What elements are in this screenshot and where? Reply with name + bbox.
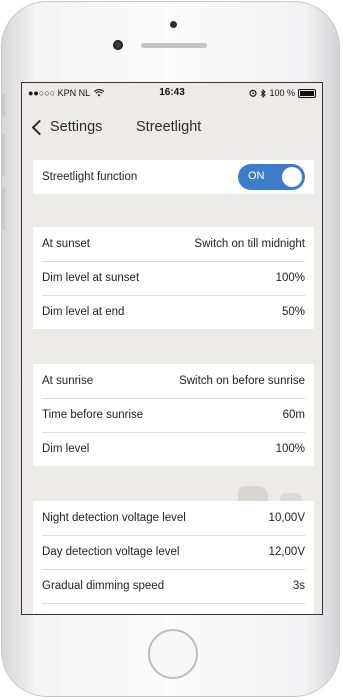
gradual-dimming-speed-row[interactable]: Gradual dimming speed 3s (33, 569, 314, 603)
row-label: At sunset (42, 238, 90, 250)
sensor-dot (170, 21, 177, 28)
row-value: 10,00V (268, 512, 305, 524)
detection-group: Night detection voltage level 10,00V Day… (33, 501, 314, 614)
nav-bar: Settings Streetlight (22, 103, 322, 158)
chevron-left-icon (31, 119, 48, 136)
dim-level-row[interactable]: Dim level 100% (33, 432, 314, 466)
background-decoration (280, 493, 302, 501)
front-camera (113, 40, 123, 50)
row-label: At sunrise (42, 375, 94, 387)
row-value: 60m (282, 409, 305, 421)
row-label: Streetlight function (42, 171, 138, 183)
night-detection-voltage-row[interactable]: Night detection voltage level 10,00V (33, 501, 314, 535)
streetlight-toggle[interactable]: ON (238, 164, 305, 190)
toggle-label: ON (248, 170, 265, 182)
screen: ●●○○○ KPN NL 16:43 100 % Settings Street… (21, 82, 323, 615)
battery-percent: 100 % (269, 88, 295, 98)
alarm-icon (249, 89, 258, 97)
status-right: 100 % (249, 88, 316, 98)
day-detection-voltage-row[interactable]: Day detection voltage level 12,00V (33, 535, 314, 569)
battery-icon (298, 88, 316, 98)
row-value: 50% (281, 306, 305, 318)
row-label: Dim level (42, 443, 90, 455)
dim-level-at-sunset-row[interactable]: Dim level at sunset 100% (33, 261, 314, 295)
at-sunrise-row[interactable]: At sunrise Switch on before sunrise (33, 364, 314, 398)
sunset-group: At sunset Switch on till midnight Dim le… (33, 227, 314, 329)
row-value: Switch on till midnight (194, 238, 305, 250)
dim-level-at-end-row[interactable]: Dim level at end 50% (33, 295, 314, 329)
page-title: Streetlight (136, 119, 202, 135)
function-group: Streetlight function ON (33, 160, 314, 194)
row-label: Day detection voltage level (42, 546, 180, 558)
row-value: 100% (275, 272, 305, 284)
row-label: Gradual dimming speed (42, 580, 165, 592)
volume-up-button (2, 134, 5, 176)
row-label: Dim level at end (42, 306, 125, 318)
row-value: Switch on before sunrise (179, 375, 305, 387)
row-value: 3s (292, 580, 305, 592)
status-bar: ●●○○○ KPN NL 16:43 100 % (22, 83, 322, 103)
row-label: Night detection voltage level (42, 512, 186, 524)
row-label: Dim level at sunset (42, 272, 140, 284)
row-value: 12,00V (268, 546, 305, 558)
sunrise-group: At sunrise Switch on before sunrise Time… (33, 364, 314, 466)
bluetooth-icon (261, 88, 267, 98)
time-before-sunrise-row[interactable]: Time before sunrise 60m (33, 398, 314, 432)
back-label: Settings (50, 119, 103, 135)
row-label: Time before sunrise (42, 409, 144, 421)
toggle-knob (282, 167, 302, 187)
mute-switch (2, 94, 5, 116)
back-button[interactable]: Settings (31, 119, 103, 136)
streetlight-function-row: Streetlight function ON (33, 160, 314, 194)
partial-row[interactable] (33, 603, 314, 614)
earpiece-speaker (141, 43, 207, 48)
row-value: 100% (275, 443, 305, 455)
volume-down-button (2, 188, 5, 230)
at-sunset-row[interactable]: At sunset Switch on till midnight (33, 227, 314, 261)
background-decoration (238, 486, 268, 501)
home-button[interactable] (148, 629, 198, 679)
